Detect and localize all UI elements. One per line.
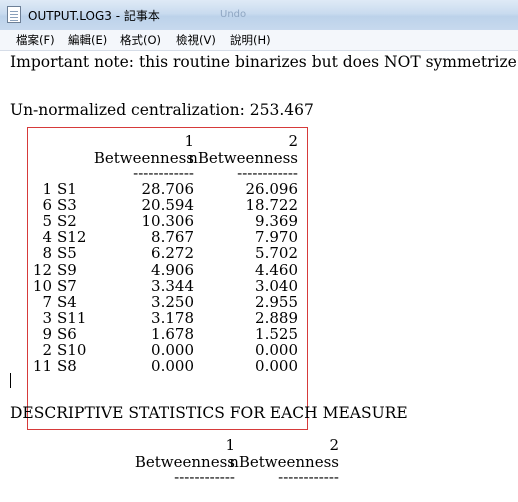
row-nbetweenness: 26.096 (245, 180, 299, 198)
row-betweenness: 3.344 (151, 277, 194, 295)
row-betweenness: 10.306 (141, 212, 195, 230)
row-id: S7 (57, 277, 77, 295)
row-id: S2 (57, 212, 77, 230)
col-number-2: 2 (288, 132, 298, 150)
window-title: OUTPUT.LOG3 - 記事本 (28, 9, 160, 23)
row-betweenness: 20.594 (141, 196, 195, 214)
menu-help[interactable]: 說明(H) (228, 32, 273, 48)
row-index: 10 (32, 277, 52, 295)
col-separator-1: ------------ (133, 164, 194, 182)
row-id: S3 (57, 196, 77, 214)
row-betweenness: 0.000 (151, 341, 194, 359)
row-betweenness: 3.250 (151, 293, 194, 311)
desc-separator-1: ------------ (174, 468, 235, 486)
col-number-1: 1 (184, 132, 194, 150)
ghost-label: Undo (220, 9, 247, 20)
notepad-icon (7, 6, 21, 23)
row-betweenness: 4.906 (151, 261, 194, 279)
menu-edit[interactable]: 編輯(E) (66, 32, 109, 48)
row-index: 4 (42, 228, 52, 246)
row-nbetweenness: 1.525 (255, 325, 298, 343)
row-index: 1 (42, 180, 52, 198)
row-nbetweenness: 0.000 (255, 357, 298, 375)
row-nbetweenness: 2.955 (255, 293, 298, 311)
row-nbetweenness: 5.702 (255, 244, 298, 262)
row-id: S4 (57, 293, 77, 311)
row-index: 5 (42, 212, 52, 230)
row-index: 6 (42, 196, 52, 214)
row-index: 2 (42, 341, 52, 359)
row-nbetweenness: 3.040 (255, 277, 298, 295)
row-nbetweenness: 4.460 (255, 261, 298, 279)
row-betweenness: 0.000 (151, 357, 194, 375)
centralization-line: Un-normalized centralization: 253.467 (10, 101, 314, 119)
menu-file[interactable]: 檔案(F) (14, 32, 57, 48)
title-bar[interactable]: OUTPUT.LOG3 - 記事本 Undo (0, 0, 518, 31)
row-index: 8 (42, 244, 52, 262)
row-id: S9 (57, 261, 77, 279)
text-caret (10, 373, 11, 388)
col-separator-2: ------------ (237, 164, 298, 182)
row-betweenness: 6.272 (151, 244, 194, 262)
row-nbetweenness: 18.722 (245, 196, 299, 214)
desc-separator-2: ------------ (278, 468, 339, 486)
row-nbetweenness: 7.970 (255, 228, 298, 246)
menu-bar: 檔案(F) 編輯(E) 格式(O) 檢視(V) 說明(H) (0, 30, 518, 51)
row-betweenness: 1.678 (151, 325, 194, 343)
row-id: S1 (57, 180, 77, 198)
menu-format[interactable]: 格式(O) (118, 32, 163, 48)
row-index: 9 (42, 325, 52, 343)
row-id: S6 (57, 325, 77, 343)
row-index: 11 (32, 357, 52, 375)
row-id: S11 (57, 309, 87, 327)
row-betweenness: 28.706 (141, 180, 195, 198)
row-id: S10 (57, 341, 87, 359)
row-id: S8 (57, 357, 77, 375)
desc-col-number-1: 1 (225, 436, 235, 454)
menu-view[interactable]: 檢視(V) (174, 32, 218, 48)
row-betweenness: 8.767 (151, 228, 194, 246)
desc-heading: DESCRIPTIVE STATISTICS FOR EACH MEASURE (10, 404, 408, 422)
row-index: 3 (42, 309, 52, 327)
row-nbetweenness: 0.000 (255, 341, 298, 359)
desc-col-number-2: 2 (329, 436, 339, 454)
notepad-window: OUTPUT.LOG3 - 記事本 Undo 檔案(F) 編輯(E) 格式(O)… (0, 0, 518, 502)
row-id: S5 (57, 244, 77, 262)
row-nbetweenness: 9.369 (255, 212, 298, 230)
row-id: S12 (57, 228, 87, 246)
note-line: Important note: this routine binarizes b… (10, 53, 518, 71)
text-editor[interactable]: Important note: this routine binarizes b… (0, 51, 518, 502)
row-index: 7 (42, 293, 52, 311)
row-index: 12 (32, 261, 52, 279)
row-nbetweenness: 2.889 (255, 309, 298, 327)
row-betweenness: 3.178 (151, 309, 194, 327)
